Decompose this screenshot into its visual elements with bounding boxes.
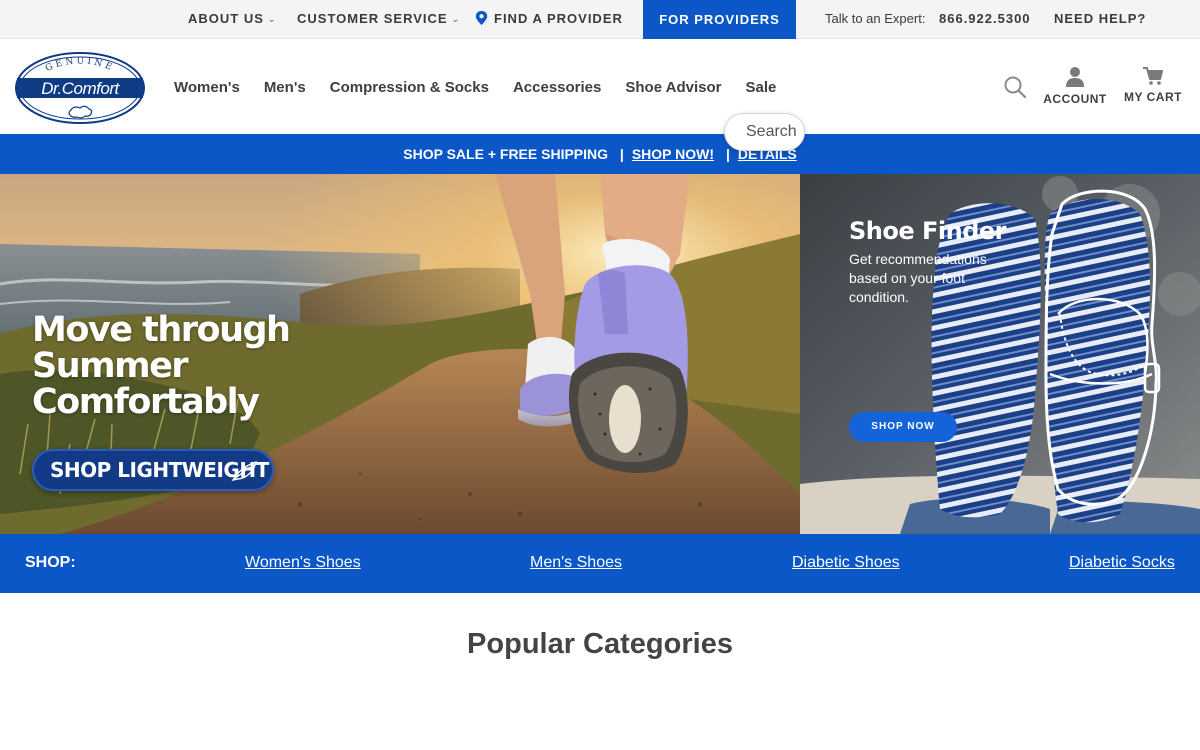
- site-header: GENUINE Dr.Comfort Women's Men's Compres…: [0, 40, 1200, 134]
- shop-now-link[interactable]: SHOP NOW!: [632, 146, 714, 162]
- shop-lightweight-button[interactable]: SHOP LIGHTWEIGHT: [32, 449, 274, 491]
- hero-headline-line: Move through: [32, 310, 291, 350]
- nav-womens[interactable]: Women's: [174, 79, 240, 96]
- promo-bar: SHOP SALE + FREE SHIPPING | SHOP NOW! | DE…: [0, 134, 1200, 174]
- nav-sale[interactable]: Sale: [746, 79, 777, 96]
- shoe-finder-title: Shoe Finder: [849, 217, 1007, 245]
- shop-bar: SHOP: Women's Shoes Men's Shoes Diabetic…: [0, 534, 1200, 593]
- nav-accessories[interactable]: Accessories: [513, 79, 601, 96]
- shoe-finder-banner[interactable]: Shoe Finder Get recommendations based on…: [800, 174, 1200, 534]
- dr-comfort-logo[interactable]: GENUINE Dr.Comfort: [14, 51, 146, 125]
- chevron-down-icon: ⌄: [451, 14, 461, 24]
- promo-separator: |: [725, 146, 730, 162]
- cart-icon: [1143, 67, 1163, 85]
- utility-bar: ABOUT US ⌄ CUSTOMER SERVICE ⌄ FIND A PROVI…: [0, 0, 1200, 39]
- location-pin-icon: [475, 11, 488, 25]
- nav-compression-socks[interactable]: Compression & Socks: [330, 79, 489, 96]
- customer-service-label: CUSTOMER SERVICE: [297, 11, 448, 26]
- shop-label: SHOP:: [25, 554, 76, 571]
- hero-headline-line: Comfortably: [32, 382, 260, 422]
- shop-diabetic-socks-link[interactable]: Diabetic Socks: [1069, 534, 1175, 592]
- about-us-menu[interactable]: ABOUT US ⌄: [188, 0, 276, 38]
- main-nav: Women's Men's Compression & Socks Access…: [174, 40, 800, 134]
- popular-categories-heading: Popular Categories: [467, 628, 733, 660]
- find-provider-link[interactable]: FIND A PROVIDER: [475, 0, 623, 38]
- customer-service-menu[interactable]: CUSTOMER SERVICE ⌄: [297, 0, 460, 38]
- search-input[interactable]: [724, 113, 805, 151]
- promo-text: SHOP SALE + FREE SHIPPING: [403, 146, 609, 162]
- shop-mens-shoes-link[interactable]: Men's Shoes: [530, 534, 622, 592]
- expert-label: Talk to an Expert:: [825, 11, 926, 26]
- cart-link[interactable]: MY CART: [1120, 66, 1186, 106]
- need-help-link[interactable]: NEED HELP?: [1054, 0, 1146, 38]
- nav-mens[interactable]: Men's: [264, 79, 306, 96]
- search-icon[interactable]: [1003, 75, 1027, 99]
- shoe-finder-shop-now-button[interactable]: SHOP NOW: [849, 412, 957, 442]
- find-provider-label: FIND A PROVIDER: [494, 11, 623, 26]
- feather-icon: [231, 460, 257, 482]
- account-link[interactable]: ACCOUNT: [1040, 66, 1110, 108]
- for-providers-button[interactable]: FOR PROVIDERS: [643, 0, 796, 39]
- about-us-label: ABOUT US: [188, 11, 264, 26]
- user-icon: [1066, 67, 1084, 87]
- hero-headline: Move through Summer Comfortably: [32, 310, 291, 422]
- shop-diabetic-shoes-link[interactable]: Diabetic Shoes: [792, 534, 900, 592]
- nav-shoe-advisor[interactable]: Shoe Advisor: [625, 79, 721, 96]
- account-label: ACCOUNT: [1043, 92, 1107, 106]
- cart-label: MY CART: [1124, 90, 1182, 104]
- logo-brand-text: Dr.Comfort: [41, 79, 120, 98]
- shop-womens-shoes-link[interactable]: Women's Shoes: [245, 534, 361, 592]
- hero-headline-line: Summer: [32, 346, 189, 386]
- chevron-down-icon: ⌄: [267, 14, 277, 24]
- phone-link[interactable]: 866.922.5300: [939, 0, 1031, 38]
- promo-separator: |: [619, 146, 624, 162]
- shoe-finder-description: Get recommendations based on your foot c…: [849, 251, 987, 305]
- hero-banner[interactable]: Move through Summer Comfortably SHOP LIG…: [0, 174, 800, 534]
